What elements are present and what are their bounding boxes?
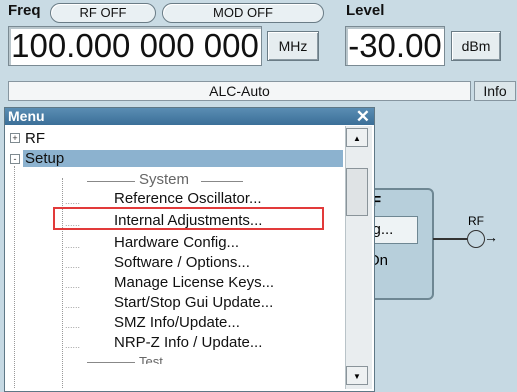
tree-dots: ...... xyxy=(65,300,81,310)
tree-dots: ...... xyxy=(65,340,81,350)
menu-scrollbar[interactable] xyxy=(345,126,372,389)
menu-item-reference-oscillator[interactable]: Reference Oscillator... xyxy=(114,190,262,207)
mod-off-button[interactable]: MOD OFF xyxy=(162,3,324,23)
tree-dots: ...... xyxy=(65,320,81,330)
frequency-value: 100.000 000 000 xyxy=(11,27,259,64)
menu-title-bar: Menu xyxy=(5,108,374,125)
scroll-thumb[interactable] xyxy=(346,168,368,216)
rf-off-button[interactable]: RF OFF xyxy=(50,3,156,23)
tree-line xyxy=(14,166,15,388)
level-unit-button[interactable]: dBm xyxy=(451,31,501,61)
frequency-unit-button[interactable]: MHz xyxy=(267,31,319,61)
frequency-display[interactable]: 100.000 000 000 xyxy=(8,26,262,66)
section-rule-left xyxy=(87,181,135,182)
scroll-down-icon[interactable]: ▼ xyxy=(346,366,368,385)
freq-label: Freq xyxy=(8,2,41,19)
menu-item-start-stop-gui-update[interactable]: Start/Stop Gui Update... xyxy=(114,294,273,311)
section-rule-left xyxy=(87,362,135,363)
section-rule-right xyxy=(201,181,243,182)
rf-line xyxy=(433,238,467,240)
menu-item-manage-license-keys[interactable]: Manage License Keys... xyxy=(114,274,274,291)
info-button[interactable]: Info xyxy=(474,81,516,101)
section-test: Test xyxy=(139,354,163,364)
tree-dots: ...... xyxy=(65,280,81,290)
tree-node-setup[interactable]: Setup xyxy=(25,150,64,167)
menu-item-hardware-config[interactable]: Hardware Config... xyxy=(114,234,239,251)
level-display[interactable]: -30.00 xyxy=(345,26,445,66)
menu-title: Menu xyxy=(8,108,45,124)
tree-node-rf[interactable]: RF xyxy=(25,130,45,147)
alc-status-bar: ALC-Auto xyxy=(8,81,471,101)
selected-row xyxy=(23,150,343,167)
rf-output-label: RF xyxy=(468,214,484,228)
expand-icon[interactable]: + xyxy=(10,133,20,143)
collapse-icon[interactable]: - xyxy=(10,154,20,164)
menu-item-software-options[interactable]: Software / Options... xyxy=(114,254,250,271)
menu-item-nrpz-info-update[interactable]: NRP-Z Info / Update... xyxy=(114,334,262,351)
menu-window: Menu ✕ + RF - Setup System ...... Refere… xyxy=(4,107,375,392)
level-label: Level xyxy=(346,2,385,19)
highlight-box xyxy=(53,207,324,230)
level-value: -30.00 xyxy=(348,27,442,64)
tree-dots: ...... xyxy=(65,240,81,250)
close-icon[interactable]: ✕ xyxy=(356,107,370,127)
menu-item-smz-info-update[interactable]: SMZ Info/Update... xyxy=(114,314,240,331)
tree-dots: ...... xyxy=(65,260,81,270)
section-system: System xyxy=(139,171,190,188)
rf-arrow-icon: → xyxy=(484,229,498,245)
tree-dots: ...... xyxy=(65,196,81,206)
scroll-up-icon[interactable]: ▲ xyxy=(346,128,368,147)
rf-output-icon[interactable] xyxy=(467,230,485,248)
